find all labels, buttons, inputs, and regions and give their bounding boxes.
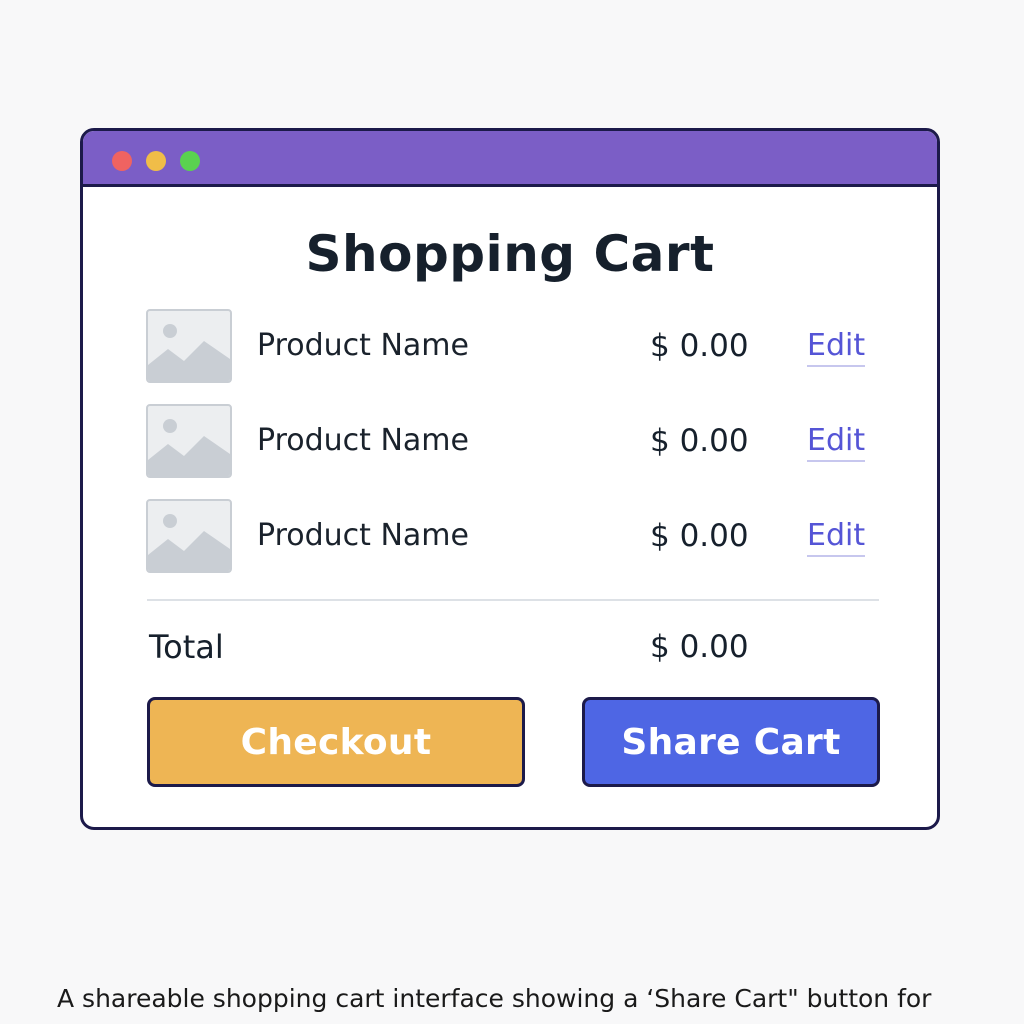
close-dot[interactable] [112, 151, 132, 171]
total-value: $ 0.00 [650, 629, 749, 665]
cart-item-row: Product Name $ 0.00 Edit [83, 404, 937, 478]
caption-text: A shareable shopping cart interface show… [57, 984, 932, 1013]
cart-item-row: Product Name $ 0.00 Edit [83, 499, 937, 573]
product-price: $ 0.00 [650, 423, 749, 459]
product-name: Product Name [257, 328, 469, 363]
maximize-dot[interactable] [180, 151, 200, 171]
divider [147, 599, 879, 601]
edit-link[interactable]: Edit [807, 327, 866, 367]
checkout-button[interactable]: Checkout [147, 697, 525, 787]
cart-item-row: Product Name $ 0.00 Edit [83, 309, 937, 383]
minimize-dot[interactable] [146, 151, 166, 171]
image-placeholder-icon [146, 499, 232, 573]
app-window: Shopping Cart Product Name $ 0.00 Edit P… [80, 128, 940, 830]
page-title: Shopping Cart [305, 225, 715, 283]
product-price: $ 0.00 [650, 328, 749, 364]
title-bar [83, 131, 937, 187]
share-cart-button[interactable]: Share Cart [582, 697, 880, 787]
image-placeholder-icon [146, 404, 232, 478]
product-price: $ 0.00 [650, 518, 749, 554]
product-name: Product Name [257, 518, 469, 553]
image-placeholder-icon [146, 309, 232, 383]
edit-link[interactable]: Edit [807, 422, 866, 462]
product-name: Product Name [257, 423, 469, 458]
edit-link[interactable]: Edit [807, 517, 866, 557]
total-label: Total [149, 628, 224, 666]
